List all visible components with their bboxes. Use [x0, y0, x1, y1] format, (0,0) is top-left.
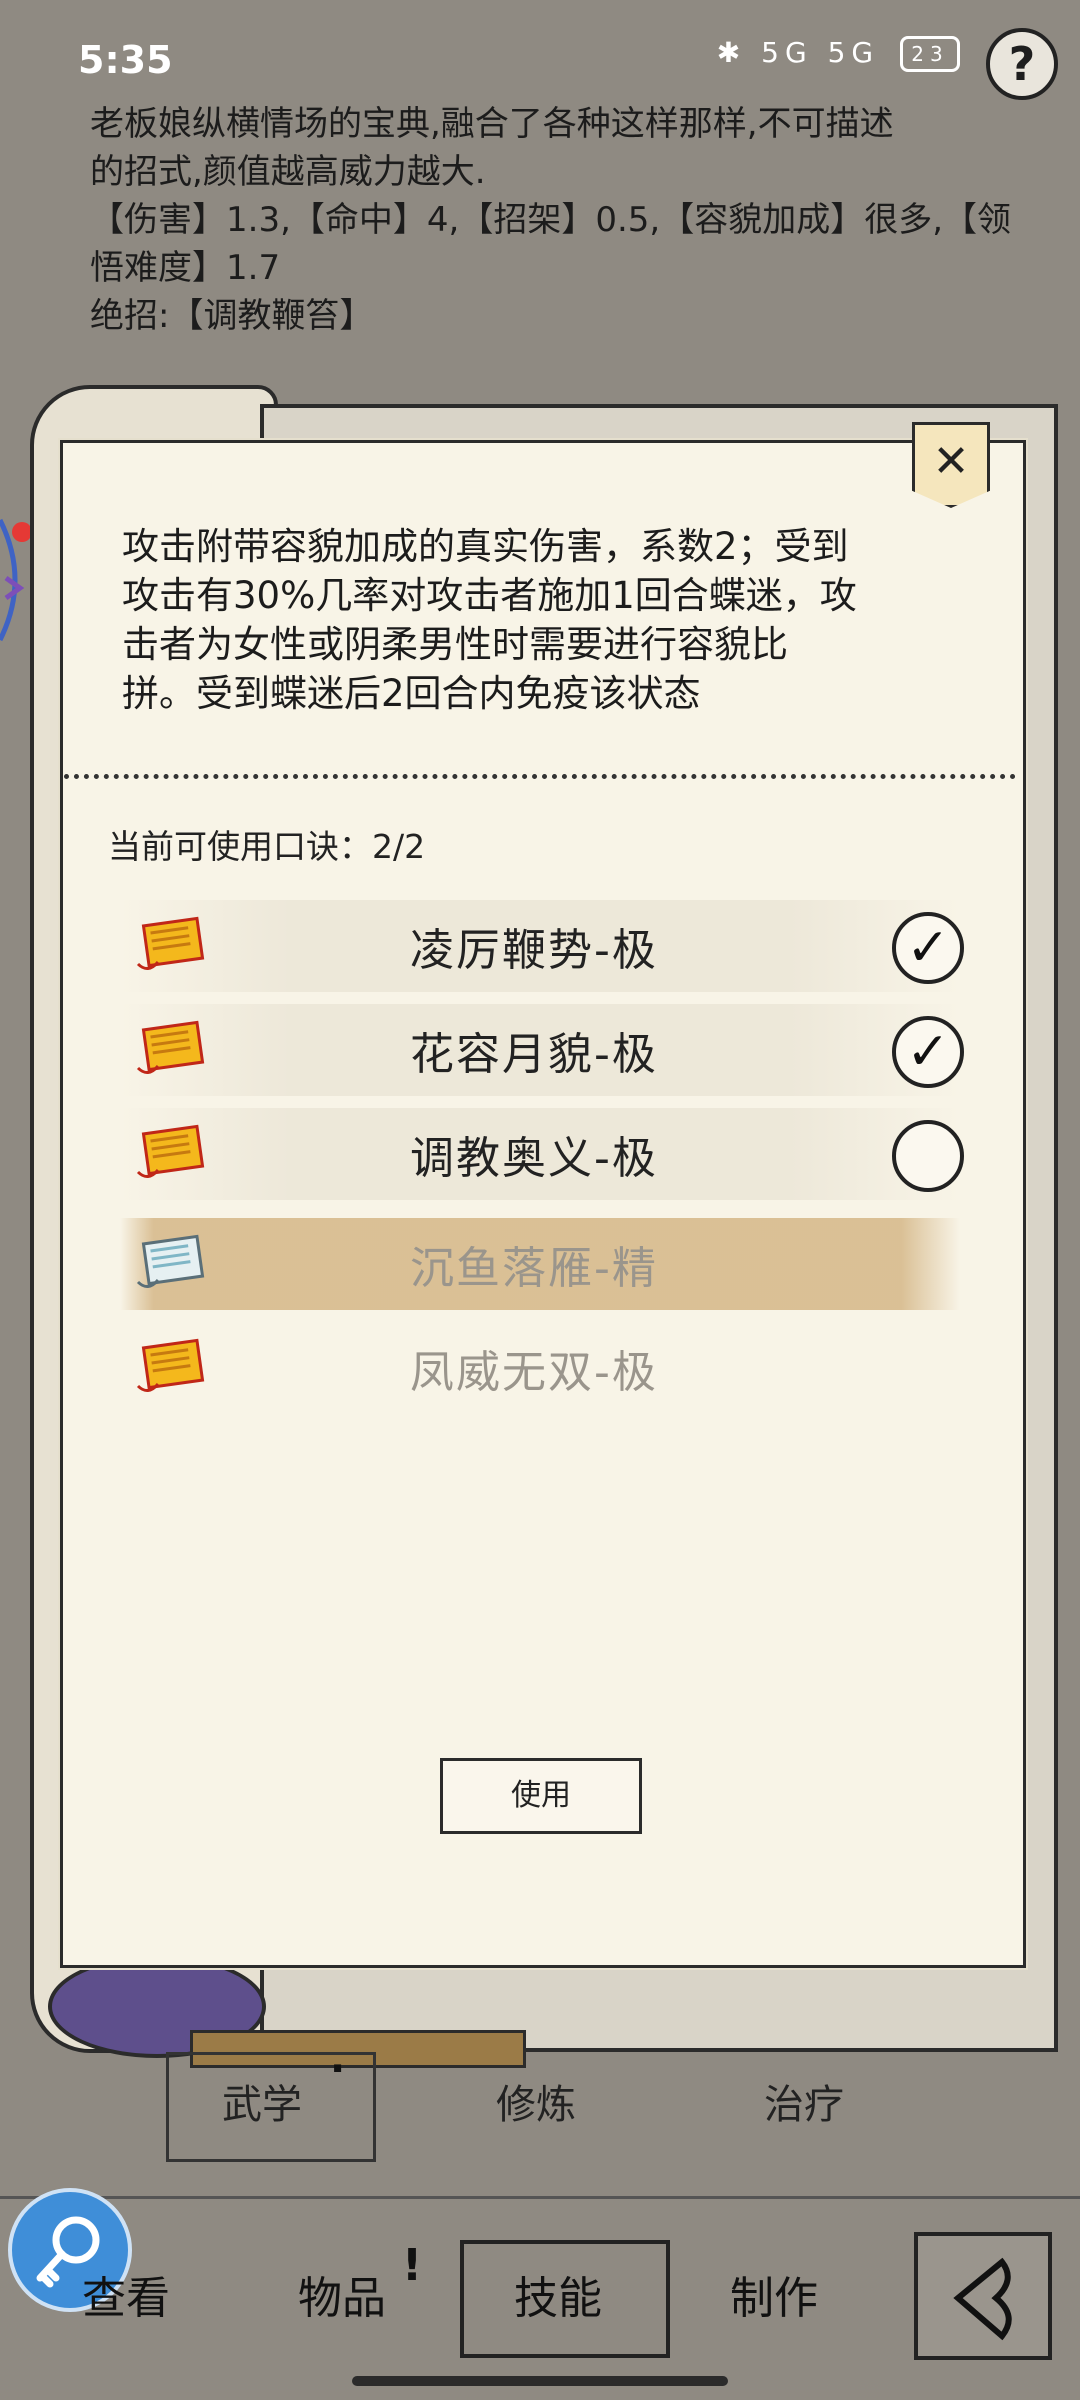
technique-name: 凤威无双-极	[410, 1347, 658, 1398]
help-button[interactable]: ?	[986, 28, 1058, 100]
effect-description: 攻击附带容貌加成的真实伤害，系数2；受到 攻击有30%几率对攻击者施加1回合蝶迷…	[122, 522, 962, 718]
gold-scroll-icon	[136, 916, 205, 970]
nav-view[interactable]: 查看	[82, 2262, 170, 2326]
tab-cultivate[interactable]: 修炼	[496, 2072, 576, 2130]
nav-skills[interactable]: 技能	[514, 2262, 602, 2326]
checked-icon[interactable]: ✓	[892, 1016, 964, 1088]
nav-items[interactable]: 物品	[298, 2262, 386, 2326]
technique-row[interactable]: 调教奥义-极	[120, 1108, 964, 1200]
unchecked-circle-icon[interactable]	[892, 1120, 964, 1192]
blue-scroll-icon	[136, 1234, 205, 1288]
use-button[interactable]: 使用	[440, 1758, 642, 1834]
item-description: 老板娘纵横情场的宝典,融合了各种这样那样,不可描述 的招式,颜值越高威力越大. …	[90, 100, 1012, 340]
description-line: 的招式,颜值越高威力越大.	[90, 152, 486, 192]
notification-mark: ·	[330, 2046, 346, 2092]
description-line: 悟难度】1.7	[90, 248, 281, 288]
technique-row[interactable]: 凤威无双-极	[120, 1322, 960, 1414]
technique-name: 调教奥义-极	[410, 1133, 658, 1184]
technique-row[interactable]: 沉鱼落雁-精	[120, 1218, 960, 1310]
nav-craft[interactable]: 制作	[730, 2262, 818, 2326]
description-line: 【伤害】1.3,【命中】4,【招架】0.5,【容貌加成】很多,【领	[90, 200, 1012, 240]
effect-line: 拼。受到蝶迷后2回合内免疫该状态	[122, 672, 701, 715]
checked-icon[interactable]: ✓	[892, 912, 964, 984]
tab-martial[interactable]: 武学	[222, 2072, 302, 2130]
effect-line: 击者为女性或阴柔男性时需要进行容貌比	[122, 623, 788, 666]
tab-heal[interactable]: 治疗	[764, 2072, 844, 2130]
gold-scroll-icon	[136, 1124, 205, 1178]
technique-row[interactable]: 凌厉鞭势-极 ✓	[120, 900, 964, 992]
close-button[interactable]: ✕	[912, 422, 990, 508]
available-count: 当前可使用口诀：2/2	[108, 820, 425, 868]
clock: 5:35	[78, 38, 173, 82]
technique-row[interactable]: 花容月貌-极 ✓	[120, 1004, 964, 1096]
signal-icons: ✱ 5G 5G	[716, 36, 880, 69]
back-button[interactable]	[914, 2232, 1052, 2360]
battery-icon: 23	[900, 36, 960, 72]
nav-divider	[0, 2196, 1080, 2199]
home-indicator[interactable]	[352, 2376, 728, 2386]
available-value: 2/2	[372, 827, 426, 866]
back-arrow-icon	[953, 2257, 1012, 2341]
description-line: 老板娘纵横情场的宝典,融合了各种这样那样,不可描述	[90, 104, 894, 144]
effect-line: 攻击附带容貌加成的真实伤害，系数2；受到	[122, 525, 849, 568]
gold-scroll-icon	[136, 1020, 205, 1074]
technique-name: 沉鱼落雁-精	[410, 1243, 658, 1294]
technique-name: 花容月貌-极	[410, 1029, 658, 1080]
status-icons: ✱ 5G 5G 23	[717, 36, 960, 72]
available-label: 当前可使用口诀：	[108, 827, 372, 866]
status-bar: 5:35 ✱ 5G 5G 23	[0, 0, 1080, 110]
technique-name: 凌厉鞭势-极	[410, 925, 658, 976]
effect-line: 攻击有30%几率对攻击者施加1回合蝶迷，攻	[122, 574, 857, 617]
divider	[64, 774, 1016, 779]
description-line: 绝招:【调教鞭笞】	[90, 296, 374, 336]
notification-mark: !	[402, 2240, 423, 2291]
gold-scroll-icon	[136, 1338, 205, 1392]
